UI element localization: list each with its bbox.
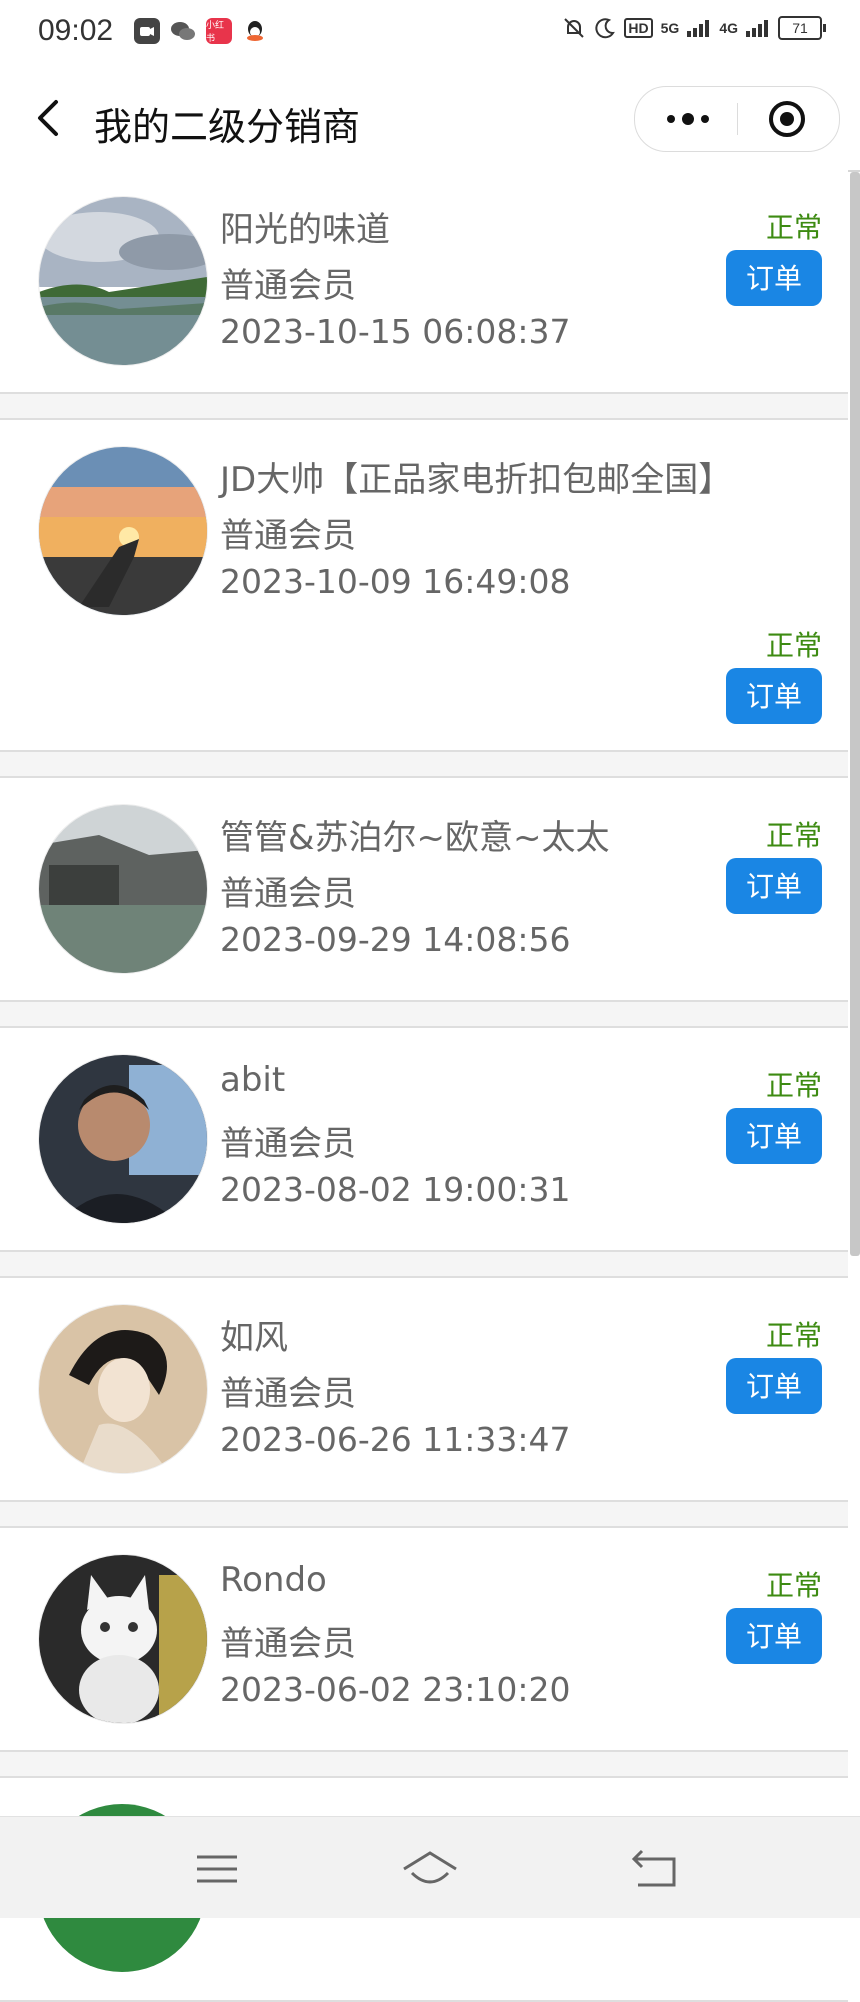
order-button[interactable]: 订单	[726, 668, 822, 724]
status-indicators: HD 5G 4G 71	[562, 16, 826, 40]
status-app-icons: 小红书	[134, 18, 268, 44]
page-header: 我的二级分销商	[0, 66, 860, 172]
back-arrow-icon[interactable]	[30, 96, 70, 140]
list-separator	[0, 1252, 848, 1278]
miniprogram-capsule	[634, 86, 840, 152]
member-joined-date: 2023-10-15 06:08:37	[220, 312, 571, 351]
close-target-icon[interactable]	[767, 99, 807, 139]
mute-bell-icon	[564, 18, 585, 38]
more-dots-icon[interactable]	[663, 107, 713, 131]
member-name: abit	[220, 1060, 286, 1100]
member-name: JD大帅【正品家电折扣包邮全国】	[220, 460, 733, 500]
list-item: Rondo 普通会员 2023-06-02 23:10:20 正常 订单	[0, 1528, 848, 1752]
list-item: JD大帅【正品家电折扣包邮全国】 普通会员 2023-10-09 16:49:0…	[0, 420, 848, 752]
order-button[interactable]: 订单	[726, 1108, 822, 1164]
avatar	[38, 446, 208, 616]
back-nav-icon[interactable]	[630, 1847, 680, 1891]
avatar	[38, 1304, 208, 1474]
status-badge: 正常	[765, 1319, 822, 1352]
list-item: abit 普通会员 2023-08-02 19:00:31 正常 订单	[0, 1028, 848, 1252]
list-item: 管管&苏泊尔~欧意~太太 普通会员 2023-09-29 14:08:56 正常…	[0, 778, 848, 1002]
battery-icon: 71	[778, 16, 826, 40]
status-badge: 正常	[765, 629, 822, 662]
member-joined-date: 2023-06-26 11:33:47	[220, 1420, 571, 1459]
member-name: 阳光的味道	[220, 210, 390, 250]
member-level: 普通会员	[220, 1124, 356, 1164]
list-separator	[0, 1752, 848, 1778]
member-level: 普通会员	[220, 874, 356, 914]
member-level: 普通会员	[220, 1624, 356, 1664]
list-separator	[0, 1502, 848, 1528]
member-joined-date: 2023-08-02 19:00:31	[220, 1170, 571, 1209]
status-badge: 正常	[765, 819, 822, 852]
list-item: 阳光的味道 普通会员 2023-10-15 06:08:37 正常 订单	[0, 170, 848, 394]
order-button[interactable]: 订单	[726, 250, 822, 306]
member-joined-date: 2023-10-09 16:49:08	[220, 562, 571, 601]
list-separator	[0, 752, 848, 778]
member-name: Rondo	[220, 1560, 327, 1600]
avatar	[38, 1554, 208, 1724]
member-name: 管管&苏泊尔~欧意~太太	[220, 818, 610, 858]
order-button[interactable]: 订单	[726, 1608, 822, 1664]
order-button[interactable]: 订单	[726, 858, 822, 914]
xiaohongshu-app-icon: 小红书	[206, 18, 232, 44]
status-badge: 正常	[765, 211, 822, 244]
member-level: 普通会员	[220, 266, 356, 306]
status-badge: 正常	[765, 1569, 822, 1602]
member-level: 普通会员	[220, 1374, 356, 1414]
wechat-app-icon	[170, 18, 196, 44]
member-joined-date: 2023-09-29 14:08:56	[220, 920, 571, 959]
moon-icon	[595, 18, 616, 39]
capsule-divider	[737, 103, 738, 135]
member-name: 如风	[220, 1318, 288, 1358]
network-5g-label: 5G	[660, 20, 680, 36]
signal-4g-icon	[746, 20, 768, 37]
distributor-list: 阳光的味道 普通会员 2023-10-15 06:08:37 正常 订单 JD大…	[0, 170, 848, 2002]
system-nav-bar	[0, 1816, 860, 1918]
avatar	[38, 1054, 208, 1224]
member-level: 普通会员	[220, 516, 356, 556]
status-badge: 正常	[765, 1069, 822, 1102]
hd-badge: HD	[624, 18, 653, 38]
avatar	[38, 196, 208, 366]
scrollbar[interactable]	[850, 172, 860, 1256]
status-time: 09:02	[38, 14, 114, 47]
kuaishou-app-icon	[134, 18, 160, 44]
network-4g-label: 4G	[719, 20, 738, 36]
order-button[interactable]: 订单	[726, 1358, 822, 1414]
member-joined-date: 2023-06-02 23:10:20	[220, 1670, 571, 1709]
signal-5g-icon	[687, 20, 710, 37]
avatar	[38, 804, 208, 974]
qq-app-icon	[242, 18, 268, 44]
menu-icon[interactable]	[192, 1847, 242, 1891]
list-separator	[0, 1002, 848, 1028]
status-bar: 09:02 小红书 HD 5G 4G 71	[0, 0, 860, 66]
list-separator	[0, 394, 848, 420]
page-title: 我的二级分销商	[94, 105, 361, 149]
home-icon[interactable]	[400, 1847, 460, 1891]
list-item: 如风 普通会员 2023-06-26 11:33:47 正常 订单	[0, 1278, 848, 1502]
